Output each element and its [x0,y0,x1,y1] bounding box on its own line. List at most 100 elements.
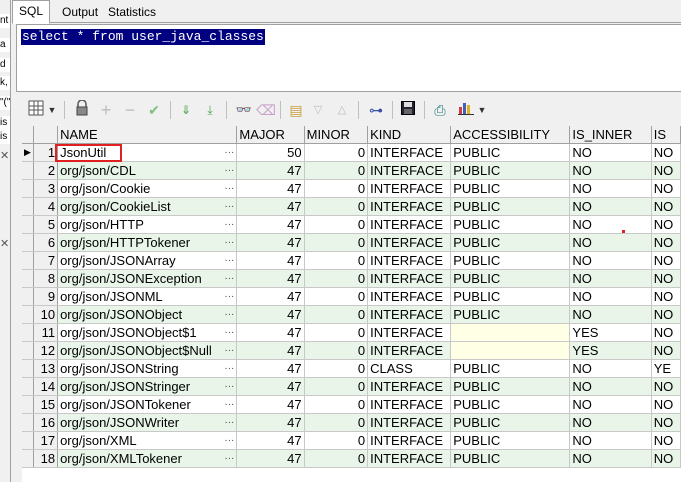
table-row[interactable]: 3 org/json/Cookie ··· 47 0 INTERFACE PUBLIC NO N… [22,179,681,198]
ellipsis-button[interactable]: ··· [224,414,234,431]
accessibility-cell[interactable]: PUBLIC [450,395,571,414]
is-cell[interactable]: NO [651,251,681,270]
is-inner-cell[interactable]: NO [569,395,652,414]
major-cell[interactable]: 47 [236,233,305,252]
column-header-kind[interactable]: KIND [367,126,452,144]
minor-cell[interactable]: 0 [304,341,369,360]
ellipsis-button[interactable]: ··· [224,324,234,341]
lock-icon[interactable] [72,99,92,120]
is-inner-cell[interactable]: NO [569,431,652,450]
add-record-icon[interactable]: + [96,100,116,120]
is-cell[interactable]: NO [651,431,681,450]
is-inner-cell[interactable]: NO [569,377,652,396]
column-header-major[interactable]: MAJOR [236,126,305,144]
is-cell[interactable]: NO [651,269,681,288]
ellipsis-button[interactable]: ··· [224,342,234,359]
accessibility-cell[interactable] [450,323,571,342]
ellipsis-button[interactable]: ··· [224,306,234,323]
minor-cell[interactable]: 0 [304,161,369,180]
tab-output[interactable]: Output [56,2,104,22]
is-cell[interactable]: NO [651,233,681,252]
minor-cell[interactable]: 0 [304,449,369,468]
accessibility-cell[interactable]: PUBLIC [450,269,571,288]
major-cell[interactable]: 47 [236,431,305,450]
is-inner-cell[interactable]: NO [569,269,652,288]
name-cell[interactable]: org/json/HTTPTokener ··· [57,233,238,252]
is-cell[interactable]: NO [651,323,681,342]
grid-options-icon[interactable] [26,100,46,120]
is-cell[interactable]: NO [651,449,681,468]
ellipsis-button[interactable]: ··· [224,396,234,413]
ellipsis-button[interactable]: ··· [224,162,234,179]
accessibility-cell[interactable]: PUBLIC [450,359,571,378]
name-cell[interactable]: org/json/JSONException ··· [57,269,238,288]
is-inner-cell[interactable]: NO [569,413,652,432]
minor-cell[interactable]: 0 [304,179,369,198]
table-row[interactable]: 17 org/json/XML ··· 47 0 INTERFACE PUBLIC NO NO [22,431,681,450]
kind-cell[interactable]: INTERFACE [367,161,452,180]
accessibility-cell[interactable]: PUBLIC [450,377,571,396]
ellipsis-button[interactable]: ··· [224,450,234,467]
name-cell[interactable]: org/json/XML ··· [57,431,238,450]
major-cell[interactable]: 50 [236,143,305,162]
is-inner-cell[interactable]: NO [569,233,652,252]
name-cell[interactable]: org/json/XMLTokener ··· [57,449,238,468]
ellipsis-button[interactable]: ··· [224,180,234,197]
major-cell[interactable]: 47 [236,323,305,342]
kind-cell[interactable]: INTERFACE [367,413,452,432]
is-inner-cell[interactable]: NO [569,359,652,378]
major-cell[interactable]: 47 [236,377,305,396]
close-icon[interactable]: ✕ [0,150,9,162]
accessibility-cell[interactable]: PUBLIC [450,413,571,432]
is-cell[interactable]: NO [651,305,681,324]
name-cell[interactable]: org/json/CookieList ··· [57,197,238,216]
major-cell[interactable]: 47 [236,395,305,414]
ellipsis-button[interactable]: ··· [224,270,234,287]
is-inner-cell[interactable]: NO [569,161,652,180]
minor-cell[interactable]: 0 [304,251,369,270]
kind-cell[interactable]: INTERFACE [367,305,452,324]
fetch-last-icon[interactable]: ⤓ [200,100,220,120]
sql-editor[interactable]: select * from user_java_classes [16,24,681,92]
table-row[interactable]: 2 org/json/CDL ··· 47 0 INTERFACE PUBLIC NO NO [22,161,681,180]
ellipsis-button[interactable]: ··· [224,234,234,251]
minor-cell[interactable]: 0 [304,287,369,306]
fetch-next-icon[interactable]: ⇓ [176,100,196,120]
dropdown-icon[interactable]: ▼ [476,100,488,120]
kind-cell[interactable]: INTERFACE [367,377,452,396]
column-header-is[interactable]: IS [651,126,681,144]
name-cell[interactable]: org/json/JSONStringer ··· [57,377,238,396]
chart-icon[interactable] [456,100,476,120]
is-cell[interactable]: NO [651,287,681,306]
minor-cell[interactable]: 0 [304,233,369,252]
kind-cell[interactable]: INTERFACE [367,197,452,216]
name-cell[interactable]: org/json/JSONML ··· [57,287,238,306]
is-inner-cell[interactable]: NO [569,287,652,306]
table-row[interactable]: 7 org/json/JSONArray ··· 47 0 INTERFACE PUBLIC… [22,251,681,270]
minor-cell[interactable]: 0 [304,143,369,162]
ellipsis-button[interactable]: ··· [224,198,234,215]
name-cell[interactable]: org/json/CDL ··· [57,161,238,180]
accessibility-cell[interactable]: PUBLIC [450,161,571,180]
is-inner-cell[interactable]: NO [569,305,652,324]
table-row[interactable]: 15 org/json/JSONTokener ··· 47 0 INTERFACE PUB… [22,395,681,414]
table-row[interactable]: 10 org/json/JSONObject ··· 47 0 INTERFACE PUBL… [22,305,681,324]
accessibility-cell[interactable]: PUBLIC [450,233,571,252]
results-grid[interactable]: NAME MAJOR MINOR KIND ACCESSIBILITY IS_I… [22,126,681,482]
major-cell[interactable]: 47 [236,287,305,306]
accessibility-cell[interactable]: PUBLIC [450,287,571,306]
minor-cell[interactable]: 0 [304,197,369,216]
ellipsis-button[interactable]: ··· [224,144,234,161]
name-cell[interactable]: org/json/JSONObject$Null ··· [57,341,238,360]
accessibility-cell[interactable]: PUBLIC [450,305,571,324]
is-cell[interactable]: NO [651,341,681,360]
print-icon[interactable]: ⎙ [430,100,450,120]
sort-descending-icon[interactable]: △ [332,100,352,120]
name-cell[interactable]: org/json/JSONObject ··· [57,305,238,324]
table-row[interactable]: 5 org/json/HTTP ··· 47 0 INTERFACE PUBLIC NO NO [22,215,681,234]
accessibility-cell[interactable]: PUBLIC [450,251,571,270]
column-header-minor[interactable]: MINOR [304,126,369,144]
name-cell[interactable]: org/json/JSONObject$1 ··· [57,323,238,342]
accessibility-cell[interactable] [450,341,571,360]
is-inner-cell[interactable]: NO [569,197,652,216]
